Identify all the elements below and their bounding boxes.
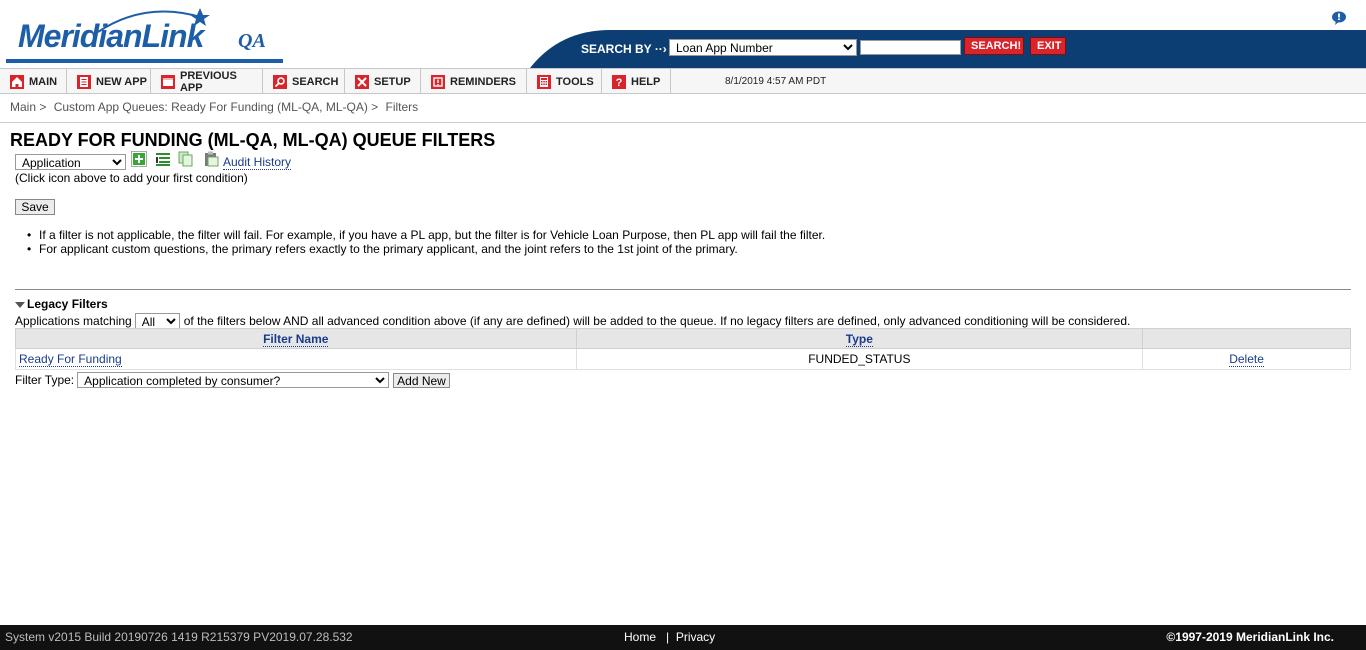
- nav-tools-label: TOOLS: [556, 75, 594, 88]
- nav-new-app-label: NEW APP: [96, 75, 147, 88]
- footer-version: System v2015 Build 20190726 1419 R215379…: [5, 630, 353, 644]
- nav-new-app[interactable]: NEW APP: [67, 69, 151, 94]
- add-group-icon[interactable]: [155, 151, 171, 167]
- matching-prefix: Applications matching: [15, 314, 132, 328]
- nav-main-label: MAIN: [29, 75, 58, 88]
- filter-notes: If a filter is not applicable, the filte…: [27, 228, 825, 256]
- breadcrumb: Main > Custom App Queues: Ready For Fund…: [10, 100, 422, 114]
- logo-qa-text: QA: [238, 30, 266, 52]
- footer-separator: |: [666, 630, 670, 644]
- tools-icon: [537, 74, 551, 89]
- reminders-icon: [431, 74, 445, 89]
- new-app-icon: [77, 74, 91, 89]
- add-condition-hint: (Click icon above to add your first cond…: [15, 171, 248, 185]
- audit-history-link[interactable]: Audit History: [223, 155, 292, 170]
- delete-filter-link[interactable]: Delete: [1229, 352, 1264, 367]
- collapse-triangle-icon: [15, 301, 25, 308]
- paste-icon[interactable]: [203, 151, 219, 167]
- copy-icon[interactable]: [178, 151, 194, 167]
- matching-select[interactable]: All: [134, 313, 180, 329]
- footer-copyright: ©1997-2019 MeridianLink Inc.: [1166, 630, 1334, 644]
- search-by-label: SEARCH BY ··›: [581, 42, 667, 56]
- filter-type-cell: FUNDED_STATUS: [575, 348, 1144, 370]
- footer-privacy-link[interactable]: Privacy: [676, 630, 715, 644]
- setup-icon: [355, 74, 369, 89]
- nav-setup[interactable]: SETUP: [345, 69, 421, 94]
- nav-main[interactable]: MAIN: [0, 69, 67, 94]
- column-type[interactable]: Type: [575, 328, 1144, 349]
- meridianlink-logo[interactable]: MeridianLink QA: [6, 6, 291, 64]
- nav-search-label: SEARCH: [292, 75, 339, 88]
- matching-suffix: of the filters below AND all advanced co…: [183, 314, 1131, 328]
- footer: System v2015 Build 20190726 1419 R215379…: [0, 625, 1366, 650]
- arrow-right-icon: ··›: [654, 42, 667, 56]
- table-row: Ready For Funding FUNDED_STATUS Delete: [15, 348, 1351, 370]
- breadcrumb-filters: Filters: [385, 100, 419, 114]
- help-icon: ?: [612, 74, 626, 89]
- main-nav: MAIN NEW APP PREVIOUS APP SEARCH SETUP R…: [0, 68, 1366, 94]
- nav-help-label: HELP: [631, 75, 661, 88]
- logo-text: MeridianLink: [18, 18, 204, 54]
- column-actions: [1142, 328, 1351, 349]
- search-input[interactable]: [860, 40, 961, 55]
- filter-name-link[interactable]: Ready For Funding: [19, 352, 122, 367]
- save-button[interactable]: Save: [15, 199, 55, 215]
- nav-help[interactable]: ? HELP: [602, 69, 671, 94]
- search-button[interactable]: SEARCH!: [964, 37, 1024, 55]
- chat-help-icon[interactable]: [1331, 11, 1347, 25]
- note-item: For applicant custom questions, the prim…: [27, 242, 825, 256]
- filter-name-cell: Ready For Funding: [15, 348, 577, 370]
- footer-links: Home | Privacy: [624, 630, 715, 644]
- nav-previous-app-label: PREVIOUS APP: [179, 69, 237, 94]
- search-icon: [273, 74, 287, 89]
- filter-type-select[interactable]: Application completed by consumer?: [77, 372, 390, 388]
- note-item: If a filter is not applicable, the filte…: [27, 228, 825, 242]
- legacy-filters-toggle[interactable]: Legacy Filters: [15, 297, 108, 311]
- filter-type-row: Filter Type: Application completed by co…: [15, 372, 450, 388]
- exit-button[interactable]: EXIT: [1030, 37, 1066, 55]
- table-header-row: Filter Name Type: [15, 328, 1351, 349]
- home-icon: [10, 74, 24, 89]
- add-new-filter-button[interactable]: Add New: [393, 372, 450, 388]
- nav-reminders[interactable]: REMINDERS: [421, 69, 527, 94]
- nav-search[interactable]: SEARCH: [263, 69, 345, 94]
- breadcrumb-main[interactable]: Main >: [10, 100, 46, 114]
- add-condition-icon[interactable]: [131, 151, 147, 167]
- filter-type-label: Filter Type:: [15, 373, 75, 387]
- legacy-filters-title: Legacy Filters: [27, 297, 108, 311]
- filter-action-cell: Delete: [1142, 348, 1351, 370]
- condition-type-select[interactable]: Application: [15, 154, 126, 170]
- page-title: READY FOR FUNDING (ML-QA, ML-QA) QUEUE F…: [10, 130, 496, 150]
- column-filter-name[interactable]: Filter Name: [15, 328, 577, 349]
- previous-app-icon: [161, 74, 175, 89]
- header: MeridianLink QA SEARCH BY ··› Loan App N…: [0, 0, 1366, 68]
- section-divider: [15, 289, 1351, 290]
- breadcrumb-queue[interactable]: Custom App Queues: Ready For Funding (ML…: [54, 100, 378, 114]
- svg-text:?: ?: [616, 77, 623, 89]
- legacy-filters-table: Filter Name Type Ready For Funding FUNDE…: [15, 328, 1351, 370]
- divider: [0, 122, 1366, 123]
- matching-row: Applications matching All of the filters…: [15, 313, 1130, 329]
- nav-tools[interactable]: TOOLS: [527, 69, 602, 94]
- nav-datetime: 8/1/2019 4:57 AM PDT: [725, 76, 827, 87]
- nav-reminders-label: REMINDERS: [450, 75, 517, 88]
- nav-setup-label: SETUP: [374, 75, 411, 88]
- footer-home-link[interactable]: Home: [624, 630, 656, 644]
- logo-underline: [6, 59, 283, 63]
- search-by-select[interactable]: Loan App Number: [669, 39, 857, 56]
- nav-previous-app[interactable]: PREVIOUS APP: [151, 69, 263, 94]
